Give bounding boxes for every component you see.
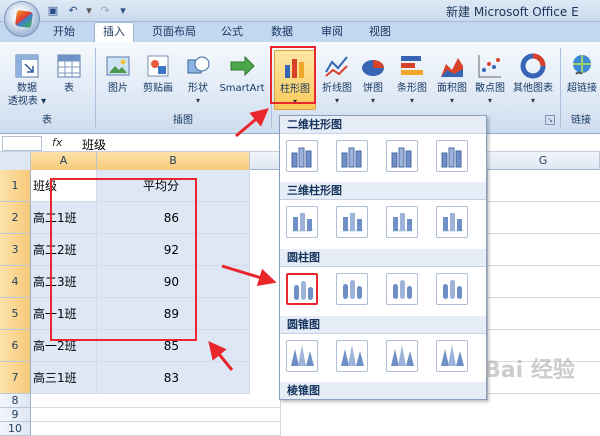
annotation-arrow-ribbon: [235, 108, 269, 138]
row-header-9[interactable]: 9: [0, 408, 31, 422]
row-header-10[interactable]: 10: [0, 422, 31, 436]
annotation-arrow-gallery: [221, 264, 277, 286]
empty-row-cells[interactable]: [31, 408, 281, 422]
annotation-arrows: [208, 108, 277, 371]
empty-row-cells[interactable]: [31, 422, 281, 436]
annotation-arrow-data: [208, 341, 234, 371]
watermark: Bai 经验: [484, 358, 575, 383]
